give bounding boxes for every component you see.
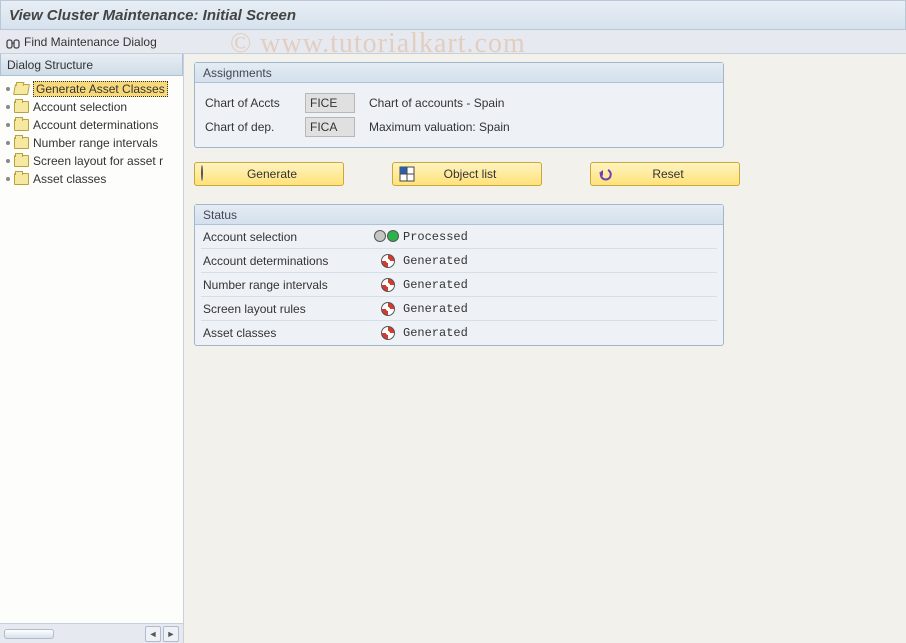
assignment-row-0: Chart of Accts Chart of accounts - Spain <box>205 91 713 115</box>
generate-icon <box>201 166 217 182</box>
sidebar-bottom: ◄ ► <box>0 623 183 643</box>
folder-icon <box>14 101 29 113</box>
object-list-button-label: Object list <box>419 167 541 181</box>
status-label: Account determinations <box>203 254 373 268</box>
sidebar-item-4[interactable]: Screen layout for asset r <box>2 152 181 170</box>
status-label: Number range intervals <box>203 278 373 292</box>
status-row-1: Account determinations Generated <box>201 249 717 273</box>
folder-icon <box>14 155 29 167</box>
sidebar-item-1[interactable]: Account selection <box>2 98 181 116</box>
object-list-button[interactable]: Object list <box>392 162 542 186</box>
tree-bullet-icon <box>6 177 10 181</box>
tree-bullet-icon <box>6 87 10 91</box>
generated-icon <box>381 254 395 268</box>
tree-bullet-icon <box>6 105 10 109</box>
assignments-groupbox: Assignments Chart of Accts Chart of accou… <box>194 62 724 148</box>
binoculars-icon <box>6 35 20 49</box>
status-groupbox: Status Account selectionProcessedAccount… <box>194 204 724 346</box>
sidebar-header: Dialog Structure <box>0 54 183 76</box>
folder-icon <box>13 84 30 95</box>
generate-button-label: Generate <box>221 167 343 181</box>
sidebar-item-label: Account determinations <box>33 118 158 132</box>
sidebar-item-label: Generate Asset Classes <box>33 81 168 97</box>
reset-button-label: Reset <box>617 167 739 181</box>
status-label: Account selection <box>203 230 373 244</box>
sidebar-item-label: Screen layout for asset r <box>33 154 163 168</box>
find-maintenance-dialog-label: Find Maintenance Dialog <box>24 30 157 54</box>
sidebar-item-label: Asset classes <box>33 172 106 186</box>
sidebar-item-2[interactable]: Account determinations <box>2 116 181 134</box>
status-state: Generated <box>403 302 468 316</box>
status-label: Screen layout rules <box>203 302 373 316</box>
sidebar-item-5[interactable]: Asset classes <box>2 170 181 188</box>
grid-icon <box>399 166 415 182</box>
tree-bullet-icon <box>6 141 10 145</box>
content: Assignments Chart of Accts Chart of accou… <box>184 54 906 643</box>
sidebar-item-label: Number range intervals <box>33 136 158 150</box>
generated-icon <box>381 302 395 316</box>
status-row-0: Account selection Processed <box>201 225 717 249</box>
tree-bullet-icon <box>6 159 10 163</box>
dialog-structure-tree: Generate Asset Classes Account selection A… <box>0 76 183 623</box>
status-row-2: Number range intervals Generated <box>201 273 717 297</box>
processed-icon <box>374 230 402 244</box>
folder-icon <box>14 119 29 131</box>
status-label: Asset classes <box>203 326 373 340</box>
toolbar: Find Maintenance Dialog <box>0 30 906 54</box>
sidebar-item-label: Account selection <box>33 100 127 114</box>
assignment-description: Chart of accounts - Spain <box>369 96 504 110</box>
assignment-description: Maximum valuation: Spain <box>369 120 510 134</box>
assignment-value-field <box>305 93 355 113</box>
status-title: Status <box>195 205 723 225</box>
page-title: View Cluster Maintenance: Initial Screen <box>0 0 906 30</box>
assignment-label: Chart of Accts <box>205 96 305 110</box>
assignment-label: Chart of dep. <box>205 120 305 134</box>
reset-button[interactable]: Reset <box>590 162 740 186</box>
folder-icon <box>14 137 29 149</box>
action-button-row: Generate Object list Reset <box>194 162 896 186</box>
assignment-row-1: Chart of dep. Maximum valuation: Spain <box>205 115 713 139</box>
sidebar-item-0[interactable]: Generate Asset Classes <box>2 80 181 98</box>
status-row-4: Asset classes Generated <box>201 321 717 345</box>
status-state: Generated <box>403 254 468 268</box>
sidebar-item-3[interactable]: Number range intervals <box>2 134 181 152</box>
status-row-3: Screen layout rules Generated <box>201 297 717 321</box>
tree-bullet-icon <box>6 123 10 127</box>
horizontal-scrollbar[interactable] <box>4 629 54 639</box>
undo-icon <box>597 166 613 182</box>
generate-button[interactable]: Generate <box>194 162 344 186</box>
generated-icon <box>381 326 395 340</box>
status-state: Generated <box>403 326 468 340</box>
assignment-value-field <box>305 117 355 137</box>
folder-icon <box>14 173 29 185</box>
scroll-right-button[interactable]: ► <box>163 626 179 642</box>
scroll-left-button[interactable]: ◄ <box>145 626 161 642</box>
status-state: Processed <box>403 230 468 244</box>
assignments-title: Assignments <box>195 63 723 83</box>
sidebar: Dialog Structure Generate Asset Classes A… <box>0 54 184 643</box>
generated-icon <box>381 278 395 292</box>
status-state: Generated <box>403 278 468 292</box>
find-maintenance-dialog-button[interactable]: Find Maintenance Dialog <box>6 30 157 54</box>
